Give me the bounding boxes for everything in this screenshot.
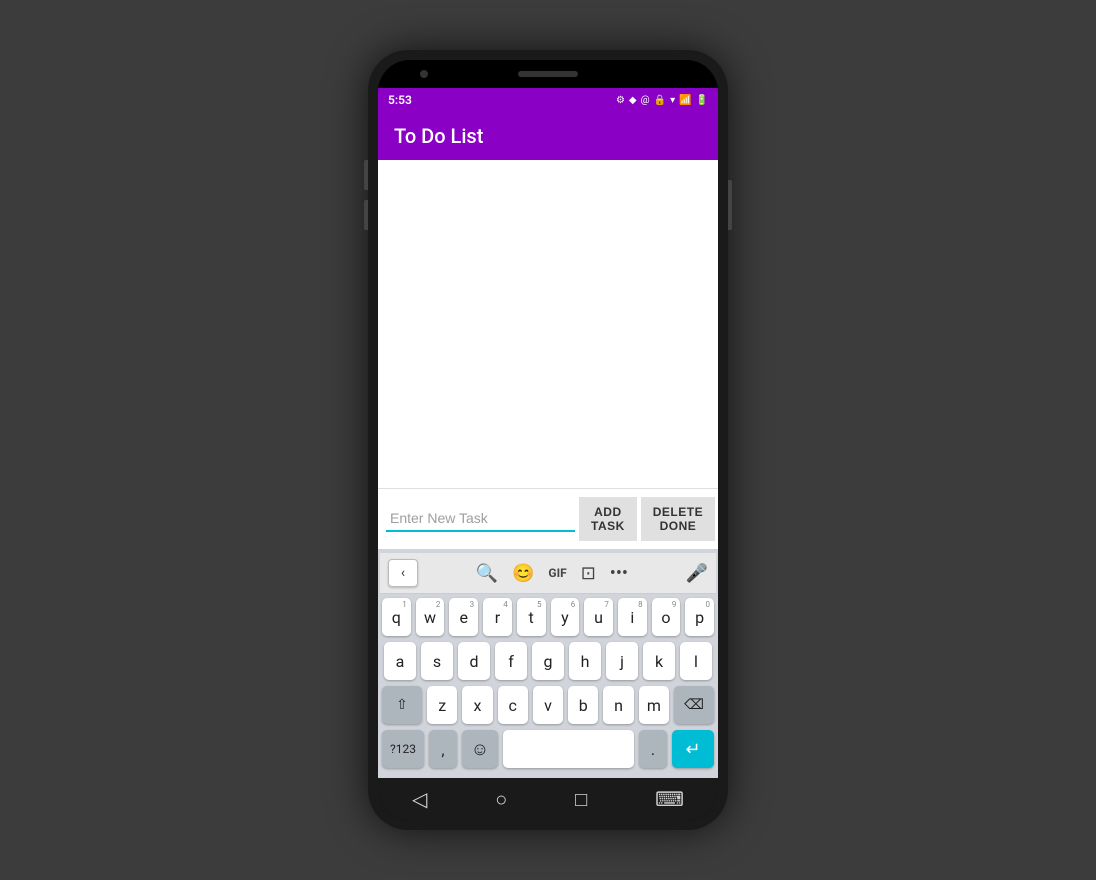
mic-icon[interactable]: 🎤 (686, 563, 708, 584)
key-u[interactable]: 7u (584, 598, 613, 636)
keyboard-toolbar: ‹ 🔍 😊 GIF ⊡ ••• 🎤 (380, 553, 716, 594)
keyboard-rows: 1q 2w 3e 4r 5t 6y 7u 8i 9o 0p a s d f (380, 594, 716, 774)
key-n[interactable]: n (603, 686, 633, 724)
key-o[interactable]: 9o (652, 598, 681, 636)
key-g[interactable]: g (532, 642, 564, 680)
key-y-num: 6 (571, 600, 576, 609)
keyboard-toolbar-right: 🎤 (686, 563, 708, 584)
key-p[interactable]: 0p (685, 598, 714, 636)
key-u-num: 7 (604, 600, 609, 609)
comma-key[interactable]: , (429, 730, 457, 768)
key-s[interactable]: s (421, 642, 453, 680)
task-input[interactable] (386, 506, 575, 532)
key-i[interactable]: 8i (618, 598, 647, 636)
back-nav-button[interactable]: ◁ (412, 787, 427, 811)
status-icons: ⚙ ◆ @ 🔒 ▾ 📶 🔋 (616, 95, 708, 106)
lock-status-icon: 🔒 (654, 95, 666, 106)
keyboard-row-4: ?123 , ☺ . ↵ (382, 730, 714, 768)
app-bar: To Do List (378, 112, 718, 160)
period-key[interactable]: . (639, 730, 667, 768)
key-a[interactable]: a (384, 642, 416, 680)
key-z[interactable]: z (427, 686, 457, 724)
phone-device: 5:53 ⚙ ◆ @ 🔒 ▾ 📶 🔋 To Do List ADD TASK D… (368, 50, 728, 830)
key-l[interactable]: l (680, 642, 712, 680)
keyboard-row-1: 1q 2w 3e 4r 5t 6y 7u 8i 9o 0p (382, 598, 714, 636)
key-f[interactable]: f (495, 642, 527, 680)
key-b[interactable]: b (568, 686, 598, 724)
space-key[interactable] (503, 730, 634, 768)
power-button[interactable] (728, 180, 732, 230)
task-list-content (378, 160, 718, 488)
enter-key[interactable]: ↵ (672, 730, 714, 768)
key-t[interactable]: 5t (517, 598, 546, 636)
sticker-icon[interactable]: 😊 (512, 563, 534, 584)
more-icon[interactable]: ••• (610, 563, 628, 584)
app-title: To Do List (394, 124, 483, 148)
key-r[interactable]: 4r (483, 598, 512, 636)
delete-done-button[interactable]: DELETE DONE (641, 497, 715, 541)
keyboard-back-button[interactable]: ‹ (388, 559, 418, 587)
emoji-key[interactable]: ☺ (462, 730, 498, 768)
camera-dot (420, 70, 428, 78)
home-nav-button[interactable]: ○ (495, 787, 507, 812)
volume-up-button[interactable] (364, 160, 368, 190)
key-t-num: 5 (537, 600, 542, 609)
status-bar: 5:53 ⚙ ◆ @ 🔒 ▾ 📶 🔋 (378, 88, 718, 112)
phone-top-bar (378, 60, 718, 88)
key-w-num: 2 (436, 600, 441, 609)
keyboard: ‹ 🔍 😊 GIF ⊡ ••• 🎤 1q 2w 3e 4r (378, 549, 718, 778)
key-v[interactable]: v (533, 686, 563, 724)
battery-status-icon: 🔋 (696, 95, 708, 106)
key-e-num: 3 (470, 600, 475, 609)
key-j[interactable]: j (606, 642, 638, 680)
translate-icon[interactable]: ⊡ (581, 563, 596, 584)
keyboard-toolbar-left: 🔍 😊 GIF ⊡ ••• (476, 563, 628, 584)
nav-bar: ◁ ○ □ ⌨ (378, 778, 718, 820)
key-p-num: 0 (706, 600, 711, 609)
key-y[interactable]: 6y (551, 598, 580, 636)
key-e[interactable]: 3e (449, 598, 478, 636)
key-h[interactable]: h (569, 642, 601, 680)
search-icon[interactable]: 🔍 (476, 563, 498, 584)
volume-down-button[interactable] (364, 200, 368, 230)
add-task-button[interactable]: ADD TASK (579, 497, 637, 541)
key-d[interactable]: d (458, 642, 490, 680)
keyboard-nav-button[interactable]: ⌨ (655, 787, 684, 811)
signal-status-icon: 📶 (679, 95, 691, 106)
key-m[interactable]: m (639, 686, 669, 724)
key-w[interactable]: 2w (416, 598, 445, 636)
phone-screen: 5:53 ⚙ ◆ @ 🔒 ▾ 📶 🔋 To Do List ADD TASK D… (378, 60, 718, 820)
key-o-num: 9 (672, 600, 677, 609)
key-k[interactable]: k (643, 642, 675, 680)
recents-nav-button[interactable]: □ (575, 787, 587, 812)
keyboard-row-3: ⇧ z x c v b n m ⌫ (382, 686, 714, 724)
key-c[interactable]: c (498, 686, 528, 724)
key-i-num: 8 (638, 600, 643, 609)
speaker (518, 71, 578, 77)
diamond-status-icon: ◆ (629, 95, 637, 106)
key-q[interactable]: 1q (382, 598, 411, 636)
wifi-status-icon: ▾ (670, 95, 675, 106)
at-status-icon: @ (641, 95, 650, 106)
settings-status-icon: ⚙ (616, 95, 625, 106)
status-time: 5:53 (388, 93, 412, 107)
shift-key[interactable]: ⇧ (382, 686, 422, 724)
gif-icon[interactable]: GIF (548, 566, 566, 580)
keyboard-row-2: a s d f g h j k l (382, 642, 714, 680)
num-toggle-key[interactable]: ?123 (382, 730, 424, 768)
key-x[interactable]: x (462, 686, 492, 724)
backspace-key[interactable]: ⌫ (674, 686, 714, 724)
key-q-num: 1 (402, 600, 407, 609)
key-r-num: 4 (503, 600, 508, 609)
input-row: ADD TASK DELETE DONE (378, 488, 718, 549)
